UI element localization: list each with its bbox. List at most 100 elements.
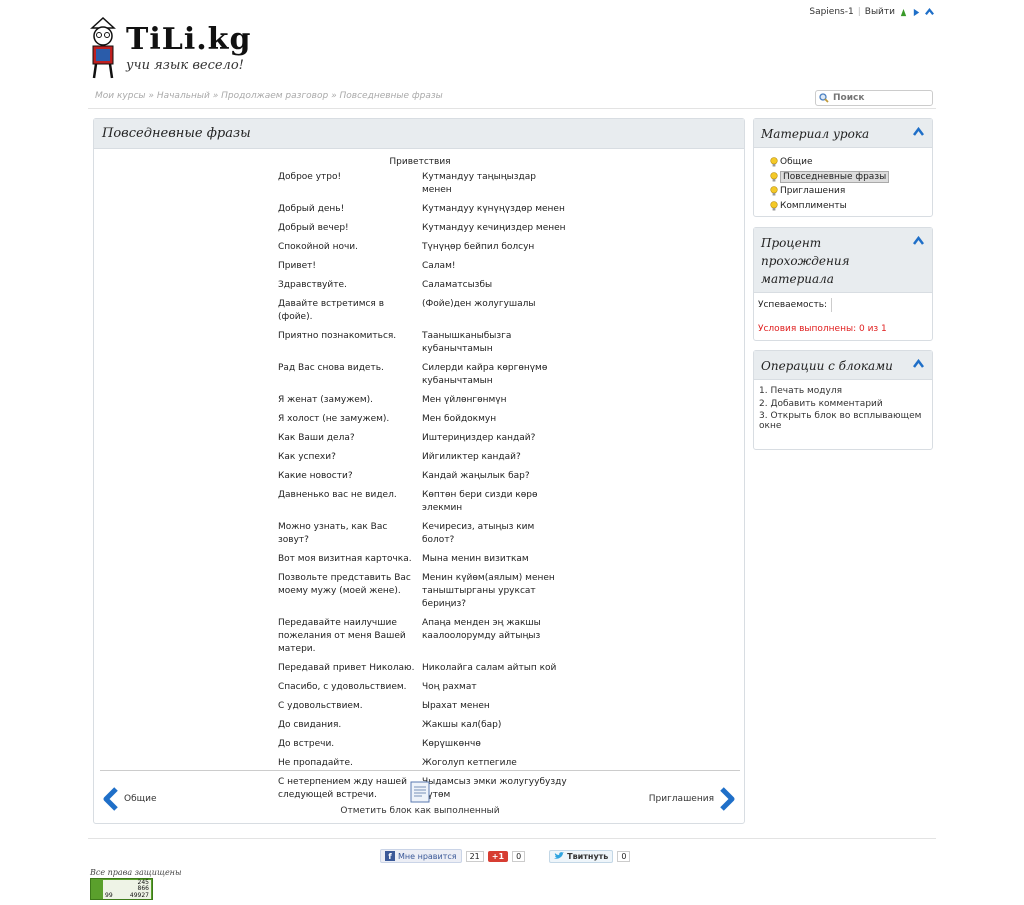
phrase-russian: Передавай привет Николаю. bbox=[278, 663, 415, 673]
search-input[interactable] bbox=[833, 93, 923, 103]
gplus-button[interactable]: +1 bbox=[487, 850, 509, 862]
collapse-up-icon[interactable] bbox=[913, 236, 924, 245]
phrase-russian: С удовольствием. bbox=[278, 701, 363, 711]
accessibility-icon[interactable] bbox=[899, 8, 908, 17]
username-link[interactable]: Sapiens-1 bbox=[809, 7, 853, 17]
phrase-russian: Добрый день! bbox=[278, 204, 345, 214]
phrase-kyrgyz: Жакшы кал(бар) bbox=[422, 720, 502, 730]
phrase-russian: Здравствуйте. bbox=[278, 280, 347, 290]
phrase-russian: До свидания. bbox=[278, 720, 342, 730]
phrase-kyrgyz: Кандай жаңылык бар? bbox=[422, 471, 530, 481]
facebook-like-label: Мне нравится bbox=[398, 851, 457, 861]
material-item-label: Комплименты bbox=[780, 200, 847, 211]
next-block-label: Приглашения bbox=[648, 794, 714, 804]
tweet-label: Твитнуть bbox=[567, 851, 609, 861]
progress-panel: Процент прохождения материала Успеваемос… bbox=[753, 227, 933, 341]
tweet-button[interactable]: Твитнуть bbox=[549, 849, 614, 863]
phrase-row: Я холост (не замужем). Мен бойдокмун bbox=[278, 413, 568, 426]
add-comment-link[interactable]: 2. Добавить комментарий bbox=[759, 399, 883, 409]
breadcrumb-item[interactable]: Мои курсы bbox=[95, 91, 146, 101]
twitter-icon bbox=[554, 852, 565, 859]
phrase-russian: До встречи. bbox=[278, 739, 335, 749]
phrase-russian: Я женат (замужем). bbox=[278, 395, 373, 405]
phrase-kyrgyz: Силерди кайра көргөнүмө кубанычтамын bbox=[422, 363, 548, 386]
phrase-row: Спокойной ночи. Түнүңөр бейпил болсун bbox=[278, 241, 568, 254]
phrase-row: Передавай привет Николаю. Николайга салам… bbox=[278, 662, 568, 675]
phrase-row: Не пропадайте. Жоголуп кетпегиле bbox=[278, 757, 568, 770]
print-module-link[interactable]: 1. Печать модуля bbox=[759, 386, 842, 396]
phrase-russian: Давненько вас не видел. bbox=[278, 490, 397, 500]
phrase-russian: Как Ваши дела? bbox=[278, 433, 355, 443]
material-item[interactable]: Комплименты bbox=[770, 199, 932, 214]
mark-done-button[interactable]: Отметить блок как выполненный bbox=[340, 806, 499, 816]
lesson-material-panel: Материал урока Общие Повседневные фразы Пр… bbox=[753, 118, 933, 217]
phrase-row: Привет! Салам! bbox=[278, 260, 568, 273]
panel-header: Материал урока bbox=[754, 119, 932, 148]
progress-label: Успеваемость: bbox=[758, 300, 828, 310]
site-logo[interactable]: TiLi.kg учи язык весело! bbox=[86, 12, 276, 82]
separator: | bbox=[857, 7, 861, 17]
collapse-up-icon[interactable] bbox=[925, 7, 934, 17]
search-icon bbox=[819, 93, 829, 103]
phrase-kyrgyz: Салам! bbox=[422, 261, 456, 271]
next-block-button[interactable]: Приглашения bbox=[649, 787, 736, 811]
collapse-up-icon[interactable] bbox=[913, 127, 924, 136]
phrase-row: Давненько вас не видел. Көптөн бери сизди… bbox=[278, 489, 568, 515]
forward-icon[interactable] bbox=[912, 8, 921, 17]
phrase-row: Позвольте представить Вас моему мужу (мо… bbox=[278, 572, 568, 611]
phrase-kyrgyz: Жоголуп кетпегиле bbox=[422, 758, 517, 768]
phrase-kyrgyz: Чоң рахмат bbox=[422, 682, 477, 692]
phrase-row: Как Ваши дела? Иштериңиздер кандай? bbox=[278, 432, 568, 445]
phrase-kyrgyz: Мен бойдокмун bbox=[422, 414, 497, 424]
phrase-kyrgyz: Кутмандуу кечиңиздер менен bbox=[422, 223, 566, 233]
divider bbox=[88, 838, 936, 839]
mascot-icon bbox=[90, 16, 116, 79]
material-item[interactable]: Общие bbox=[770, 155, 932, 170]
breadcrumb-sep: » bbox=[331, 91, 337, 101]
lightbulb-icon bbox=[770, 171, 778, 182]
phrase-kyrgyz: Менин күйөм(аялым) менен таныштырганы ур… bbox=[422, 573, 555, 609]
phrase-russian: Спокойной ночи. bbox=[278, 242, 358, 252]
social-buttons: f Мне нравится 21 +1 0 Твитнуть 0 bbox=[380, 849, 631, 863]
visitor-counter[interactable]: 245 866 99 49927 bbox=[90, 878, 153, 900]
logout-link[interactable]: Выйти bbox=[865, 7, 895, 17]
divider bbox=[88, 108, 936, 109]
panel-title: Материал урока bbox=[761, 127, 870, 141]
breadcrumb-current: Повседневные фразы bbox=[339, 91, 443, 101]
breadcrumb-sep: » bbox=[148, 91, 154, 101]
facebook-like-button[interactable]: f Мне нравится bbox=[380, 849, 462, 863]
phrase-row: До свидания. Жакшы кал(бар) bbox=[278, 719, 568, 732]
phrase-russian: Приятно познакомиться. bbox=[278, 331, 397, 341]
phrase-kyrgyz: Кутмандуу күнүңүздөр менен bbox=[422, 204, 565, 214]
panel-title: Операции с блоками bbox=[761, 359, 893, 373]
material-item[interactable]: Приглашения bbox=[770, 184, 932, 199]
breadcrumb-item[interactable]: Начальный bbox=[157, 91, 210, 101]
section-title: Приветствия bbox=[389, 157, 451, 167]
phrase-kyrgyz: Көптөн бери сизди көрө элекмин bbox=[422, 490, 538, 513]
conditions-text: Условия выполнены: 0 из 1 bbox=[758, 324, 887, 334]
lesson-title: Повседневные фразы bbox=[102, 126, 251, 141]
document-icon[interactable] bbox=[409, 781, 431, 803]
collapse-up-icon[interactable] bbox=[913, 359, 924, 368]
phrase-kyrgyz: Кутмандуу таңыңыздар менен bbox=[422, 172, 536, 195]
phrase-russian: Можно узнать, как Вас зовут? bbox=[278, 522, 388, 545]
phrase-row: Вот моя визитная карточка. Мына менин виз… bbox=[278, 553, 568, 566]
open-popup-link[interactable]: 3. Открыть блок во всплывающем окне bbox=[759, 411, 921, 431]
lightbulb-icon bbox=[770, 186, 778, 196]
user-bar: Sapiens-1 | Выйти bbox=[809, 7, 934, 17]
material-item-label: Повседневные фразы bbox=[780, 170, 890, 183]
search-box bbox=[815, 90, 933, 106]
phrase-kyrgyz: Иштериңиздер кандай? bbox=[422, 433, 536, 443]
breadcrumb-item[interactable]: Продолжаем разговор bbox=[221, 91, 328, 101]
phrase-russian: Я холост (не замужем). bbox=[278, 414, 390, 424]
phrase-row: Доброе утро! Кутмандуу таңыңыздар менен bbox=[278, 171, 568, 197]
material-item-label: Приглашения bbox=[780, 186, 846, 197]
material-item[interactable]: Повседневные фразы bbox=[770, 170, 932, 185]
phrase-russian: Рад Вас снова видеть. bbox=[278, 363, 384, 373]
phrase-kyrgyz: Түнүңөр бейпил болсун bbox=[422, 242, 535, 252]
phrase-kyrgyz: Таанышканыбызга кубанычтамын bbox=[422, 331, 512, 354]
phrase-table: Доброе утро! Кутмандуу таңыңыздар менен До… bbox=[278, 171, 568, 808]
phrase-kyrgyz: Көрүшкөнчө bbox=[422, 739, 481, 749]
phrase-row: Как успехи? Ийгиликтер кандай? bbox=[278, 451, 568, 464]
phrase-row: Добрый день! Кутмандуу күнүңүздөр менен bbox=[278, 203, 568, 216]
